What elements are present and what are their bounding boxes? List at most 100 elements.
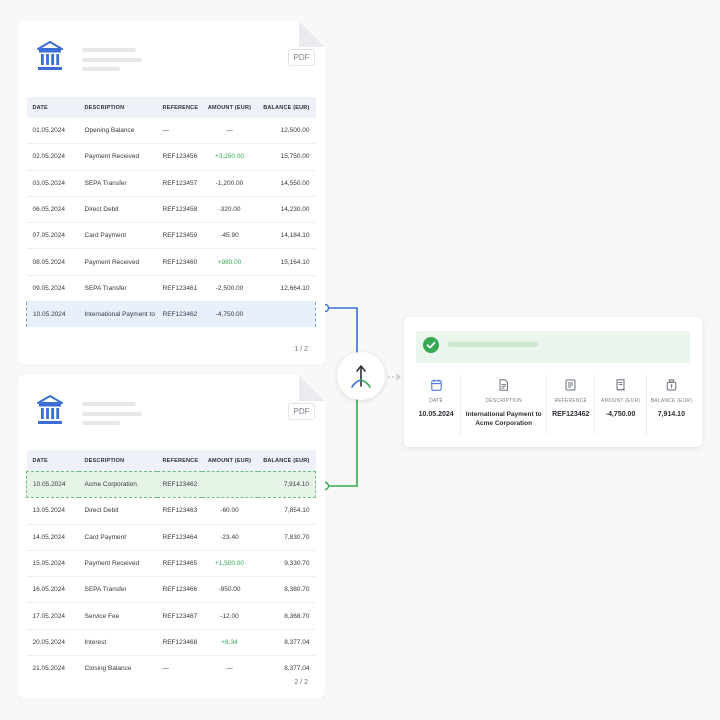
cell-date: 07.05.2024 xyxy=(26,222,79,250)
cell-amount xyxy=(201,470,258,499)
field-value: 7,914.10 xyxy=(657,411,685,418)
cell-date: 02.05.2024 xyxy=(26,143,79,171)
cell-date: 03.05.2024 xyxy=(26,170,79,197)
cell-balance: 8,377.04 xyxy=(284,665,310,673)
statement-page-1: PDF DATE DESCRIPTION REFERENCE AMOUNT (E… xyxy=(18,21,325,364)
table-row: 06.05.2024 Direct Debit REF123458 -320.00 14… xyxy=(26,196,316,224)
col-reference: REFERENCE xyxy=(156,97,202,118)
bank-icon xyxy=(37,395,63,424)
cell-reference: REF123457 xyxy=(156,170,202,197)
text-placeholder xyxy=(82,402,136,406)
cell-reference: REF123462 xyxy=(156,301,202,328)
field-label: DATE xyxy=(429,398,444,404)
cell-description: International Payment to xyxy=(78,301,157,328)
cell-description: Direct Debit xyxy=(78,196,157,224)
cell-reference: REF123466 xyxy=(156,576,202,604)
field-description: DESCRIPTION International Payment to Acm… xyxy=(460,375,546,435)
table-row: 15.05.2024 Payment Received REF123465 +1,50… xyxy=(26,550,316,578)
cell-reference: REF123461 xyxy=(156,275,202,303)
cell-date: 01.05.2024 xyxy=(26,118,79,145)
cell-balance: 14,230.00 xyxy=(257,196,316,224)
invoice-icon xyxy=(616,379,625,391)
field-value: 10.05.2024 xyxy=(418,411,454,418)
cell-date: 06.05.2024 xyxy=(26,196,79,224)
cell-balance xyxy=(257,301,316,328)
cell-reference: REF123463 xyxy=(156,497,202,525)
blue-connector xyxy=(329,307,358,358)
merge-node xyxy=(337,352,385,400)
table-row: 13.05.2024 Direct Debit REF123463 -60.00 7,8… xyxy=(26,497,316,525)
field-label: DESCRIPTION xyxy=(485,398,522,404)
table-row: 14.05.2024 Card Payment REF123464 -23.40 7,8… xyxy=(26,524,316,551)
check-icon xyxy=(423,337,439,353)
cell-description: Card Payment xyxy=(78,222,157,250)
table-row: 01.05.2024 Opening Balance — —12,500.00 xyxy=(26,118,316,145)
cell-date: 08.05.2024 xyxy=(26,248,79,276)
cell-reference: REF123462 xyxy=(156,470,202,499)
cell-description: SEPA Transfer xyxy=(78,275,157,303)
table-row: 02.05.2024 Payment Received REF123456 +3,25… xyxy=(26,143,316,171)
cell-reference: REF123460 xyxy=(156,248,202,276)
pdf-badge: PDF xyxy=(288,403,315,420)
cell-description: Payment Received xyxy=(78,550,157,578)
cell-date: 17.05.2024 xyxy=(26,602,79,630)
cell-description: Payment Received xyxy=(78,248,157,276)
text-placeholder xyxy=(82,48,136,52)
cell-description: Closing Balance xyxy=(84,665,132,673)
document-icon xyxy=(499,379,509,391)
bank-icon xyxy=(37,41,63,70)
text-placeholder xyxy=(82,58,142,62)
cell-balance: 14,184.10 xyxy=(257,222,316,250)
col-balance: BALANCE (EUR) xyxy=(257,97,316,118)
cell-date: 20.05.2024 xyxy=(26,629,79,657)
cell-date: 14.05.2024 xyxy=(26,524,79,551)
table-row: 20.05.2024 Interest REF123468 +8.34 8,377.04 xyxy=(26,629,316,657)
receipt-icon xyxy=(565,379,576,391)
cell-description: SEPA Transfer xyxy=(78,170,157,197)
field-amount: AMOUNT (EUR) -4,750.00 xyxy=(594,375,645,435)
highlighted-row[interactable]: 10.05.2024 International Payment to REF123… xyxy=(26,301,316,328)
cell-amount: +8.34 xyxy=(201,629,258,657)
cell-reference: REF123468 xyxy=(156,629,202,657)
col-date: DATE xyxy=(26,97,79,118)
col-amount: AMOUNT (EUR) xyxy=(201,450,258,472)
merged-transaction-card: DATE 10.05.2024 DESCRIPTION Internationa… xyxy=(404,317,702,447)
table-row: 17.05.2024 Service Fee REF123467 -12.00 8,36… xyxy=(26,602,316,630)
highlighted-row[interactable]: 10.05.2024 Acme Corporation REF123462 7,914… xyxy=(26,470,316,499)
merge-arrow-icon xyxy=(351,365,371,388)
cell-amount: -950.00 xyxy=(201,576,258,604)
table-row: 09.05.2024 SEPA Transfer REF123461 -2,500.0… xyxy=(26,275,316,303)
statement-table: DATE DESCRIPTION REFERENCE AMOUNT (EUR) … xyxy=(26,97,316,328)
col-balance: BALANCE (EUR) xyxy=(257,450,316,472)
table-header-row: DATE DESCRIPTION REFERENCE AMOUNT (EUR) … xyxy=(26,450,316,472)
cell-balance: 12,664.10 xyxy=(257,275,316,303)
text-placeholder xyxy=(448,342,538,347)
cell-description: Opening Balance xyxy=(78,118,157,145)
cell-reference: REF123467 xyxy=(156,602,202,630)
text-placeholder xyxy=(82,67,120,71)
pdf-badge: PDF xyxy=(288,49,315,66)
wallet-icon xyxy=(666,379,677,391)
cell-balance: 8,380.70 xyxy=(257,576,316,604)
col-description: DESCRIPTION xyxy=(78,97,157,118)
cell-description: Card Payment xyxy=(78,524,157,551)
cell-balance: 15,750.00 xyxy=(257,143,316,171)
cell-reference: — xyxy=(162,665,170,673)
cell-description: Interest xyxy=(78,629,157,657)
cell-amount: -2,500.00 xyxy=(201,275,258,303)
cell-amount: -320.00 xyxy=(201,196,258,224)
cell-date: 16.05.2024 xyxy=(26,576,79,604)
cell-reference: REF123465 xyxy=(156,550,202,578)
green-connector xyxy=(329,397,358,487)
cell-amount: -1,200.00 xyxy=(201,170,258,197)
success-banner xyxy=(416,331,690,363)
field-label: REFERENCE xyxy=(554,398,588,404)
statement-page-2: PDF DATE DESCRIPTION REFERENCE AMOUNT (E… xyxy=(18,375,325,698)
cell-balance: 14,550.00 xyxy=(257,170,316,197)
text-placeholder xyxy=(82,421,120,425)
cell-balance: 7,914.10 xyxy=(257,470,316,499)
cell-amount: -60.00 xyxy=(201,497,258,525)
field-label: BALANCE (EUR) xyxy=(650,398,692,404)
cell-amount: +3,250.00 xyxy=(201,143,258,171)
cell-balance: 15,164.10 xyxy=(257,248,316,276)
